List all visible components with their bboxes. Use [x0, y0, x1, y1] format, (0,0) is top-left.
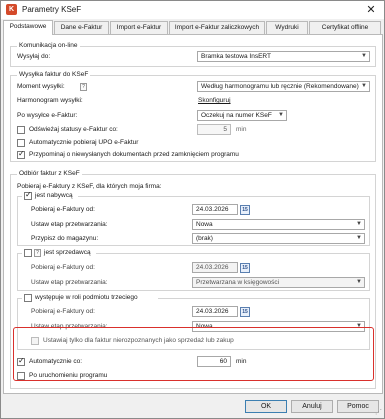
sprzedawca-etap-value: Przetwarzana w księgowości [196, 279, 280, 286]
sprzedawca-etap-label: Ustaw etap przetwarzania: [31, 279, 108, 286]
moment-select[interactable]: Według harmonogramu lub ręcznie (Rekomen… [197, 81, 370, 92]
nabywca-etap-label: Ustaw etap przetwarzania: [31, 221, 108, 228]
harmonogram-label: Harmonogram wysyłki: [17, 97, 83, 104]
wysylaj-select[interactable]: Bramka testowa InsERT ▼ [197, 51, 370, 62]
odswiezaj-checkbox[interactable] [17, 126, 25, 134]
sprzedawca-date-input[interactable]: 24.03.2026 [192, 262, 238, 273]
chevron-down-icon: ▼ [278, 112, 284, 118]
sprzedawca-etap-select[interactable]: Przetwarzana w księgowości ▼ [192, 277, 365, 288]
skonfiguruj-link[interactable]: Skonfiguruj [198, 97, 231, 104]
trzeci-pobieraj-label: Pobieraj e-Faktury od: [31, 308, 95, 315]
tab-certyfikat-offline[interactable]: Certyfikat offline [309, 21, 381, 34]
calendar-icon[interactable]: 15 [240, 307, 250, 317]
nabywca-label: jest nabywcą [35, 192, 73, 199]
upo-label: Automatycznie pobieraj UPO e-Faktur [29, 139, 139, 146]
calendar-icon[interactable]: 15 [240, 205, 250, 215]
nabywca-header: jest nabywcą [22, 190, 78, 201]
highlight-frame [13, 327, 374, 381]
odbior-intro: Pobieraj e-Faktury z KSeF, dla których m… [17, 183, 162, 190]
po-wysylce-value: Oczekuj na numer KSeF [201, 112, 272, 119]
tab-wydruki[interactable]: Wydruki [266, 21, 308, 34]
close-icon[interactable]: ✕ [364, 3, 378, 17]
sprzedawca-checkbox[interactable] [24, 249, 32, 257]
przypominaj-label: Przypominaj o niewysłanych dokumentach p… [29, 151, 239, 158]
anuluj-button[interactable]: Anuluj [291, 400, 333, 413]
app-icon: K [6, 4, 17, 15]
odswiezaj-unit: min [236, 126, 247, 133]
trzeci-header: występuje w roli podmiotu trzeciego [22, 294, 158, 303]
tab-dane-e-faktur[interactable]: Dane e-Faktur [54, 21, 109, 34]
tab-panel-podstawowe: Komunikacja on-line Wysyłaj do: Bramka t… [3, 34, 383, 394]
odswiezaj-input[interactable]: 5 [197, 124, 231, 135]
moment-value: Według harmonogramu lub ręcznie (Rekomen… [201, 83, 359, 90]
tab-strip: Podstawowe Dane e-Faktur Import e-Faktur… [3, 20, 383, 35]
ok-button[interactable]: OK [245, 400, 287, 413]
sprzedawca-pobieraj-label: Pobieraj e-Faktury od: [31, 264, 95, 271]
tab-import-zaliczkowych[interactable]: Import e-Faktur zaliczkowych [169, 21, 265, 34]
nabywca-magazyn-label: Przypisz do magazynu: [31, 235, 99, 242]
calendar-icon[interactable]: 15 [240, 263, 250, 273]
nabywca-pobieraj-label: Pobieraj e-Faktury od: [31, 206, 95, 213]
po-wysylce-label: Po wysyłce e-Faktur: [17, 112, 78, 119]
resize-grip-icon[interactable]: ⋰ [375, 408, 382, 416]
nabywca-etap-value: Nowa [196, 221, 213, 228]
chevron-down-icon: ▼ [361, 83, 367, 89]
nabywca-magazyn-value: (brak) [196, 235, 213, 242]
nabywca-date-input[interactable]: 24.03.2026 [192, 204, 238, 215]
group-sprzedawca: ? jest sprzedawcą Pobieraj e-Faktury od:… [17, 249, 370, 291]
help-icon[interactable]: ? [34, 249, 41, 257]
parametry-ksef-window: K Parametry KSeF ✕ Podstawowe Dane e-Fak… [0, 0, 385, 419]
help-icon[interactable]: ? [80, 83, 87, 91]
group-label: Odbiór faktur z KSeF [17, 170, 82, 177]
chevron-down-icon: ▼ [361, 53, 367, 59]
group-komunikacja: Komunikacja on-line Wysyłaj do: Bramka t… [10, 42, 376, 67]
sprzedawca-header: ? jest sprzedawcą [22, 249, 96, 258]
chevron-down-icon: ▼ [356, 279, 362, 285]
trzeci-date-input[interactable]: 24.03.2026 [192, 306, 238, 317]
sprzedawca-label: jest sprzedawcą [44, 249, 91, 256]
wysylaj-value: Bramka testowa InsERT [201, 53, 271, 60]
wysylaj-label: Wysyłaj do: [17, 53, 51, 60]
nabywca-magazyn-select[interactable]: (brak) ▼ [192, 233, 365, 244]
po-wysylce-select[interactable]: Oczekuj na numer KSeF ▼ [197, 110, 287, 121]
trzeci-label: występuje w roli podmiotu trzeciego [35, 294, 138, 301]
group-label: Komunikacja on-line [17, 42, 80, 49]
trzeci-checkbox[interactable] [24, 294, 32, 302]
title-bar: K Parametry KSeF ✕ [1, 1, 384, 19]
nabywca-etap-select[interactable]: Nowa ▼ [192, 219, 365, 230]
window-title: Parametry KSeF [22, 5, 82, 14]
chevron-down-icon: ▼ [356, 235, 362, 241]
upo-checkbox[interactable] [17, 139, 25, 147]
chevron-down-icon: ▼ [356, 221, 362, 227]
odswiezaj-label: Odświeżaj statusy e-Faktur co: [29, 126, 118, 133]
pomoc-button[interactable]: Pomoc [337, 400, 379, 413]
tab-import-e-faktur[interactable]: Import e-Faktur [110, 21, 168, 34]
group-wysylka: Wysyłka faktur do KSeF Moment wysyłki: ?… [10, 71, 376, 162]
moment-label: Moment wysyłki: [17, 83, 65, 90]
przypominaj-checkbox[interactable] [17, 149, 25, 159]
group-label: Wysyłka faktur do KSeF [17, 71, 91, 78]
tab-podstawowe[interactable]: Podstawowe [3, 20, 53, 35]
group-nabywca: jest nabywcą Pobieraj e-Faktury od: 24.0… [17, 190, 370, 246]
nabywca-checkbox[interactable] [24, 190, 32, 200]
